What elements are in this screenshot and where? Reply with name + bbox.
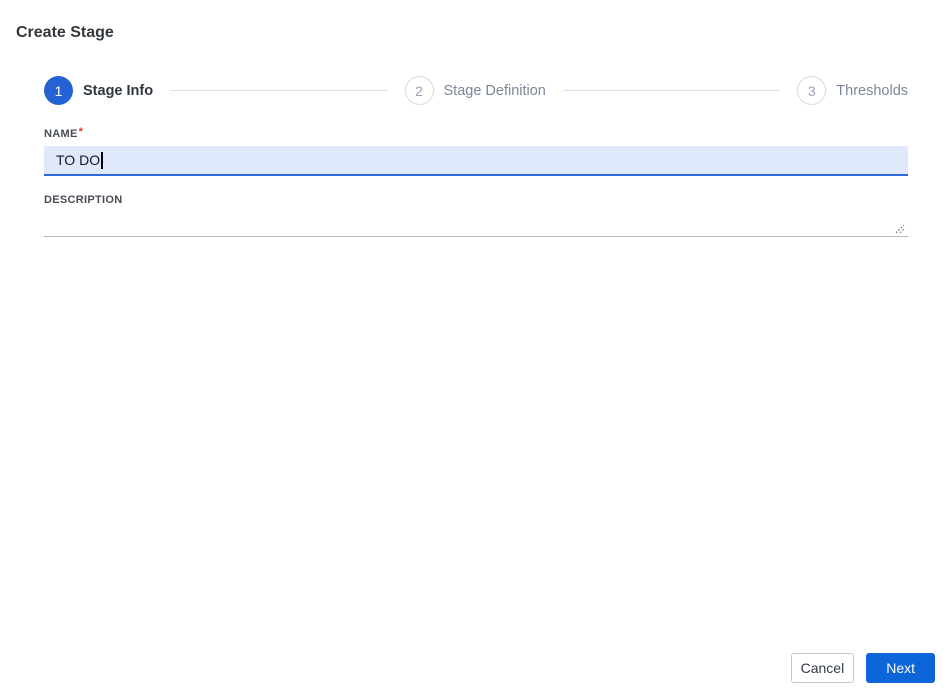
description-field-label: DESCRIPTION xyxy=(44,194,123,206)
cancel-button[interactable]: Cancel xyxy=(790,653,855,683)
wizard-stepper: 1 Stage Info 2 Stage Definition 3 Thresh… xyxy=(44,76,908,105)
description-textarea[interactable] xyxy=(44,206,908,237)
next-button[interactable]: Next xyxy=(866,653,935,683)
text-caret xyxy=(101,152,103,169)
name-label-text: NAME xyxy=(44,128,78,140)
required-asterisk: * xyxy=(78,126,84,138)
step-connector xyxy=(170,90,388,91)
step-stage-definition: 2 Stage Definition xyxy=(404,76,546,105)
step-3-label: Thresholds xyxy=(836,82,909,99)
page-title: Create Stage xyxy=(16,24,114,41)
step-connector xyxy=(562,90,781,91)
create-stage-dialog: Create Stage 1 Stage Info 2 Stage Defini… xyxy=(0,0,950,698)
step-2-label: Stage Definition xyxy=(443,82,546,99)
name-input[interactable] xyxy=(44,146,908,176)
footer-actions: Cancel Next xyxy=(790,653,935,683)
step-1-number-badge: 1 xyxy=(44,76,73,105)
step-stage-info: 1 Stage Info xyxy=(44,76,153,105)
step-1-label: Stage Info xyxy=(83,82,154,99)
textarea-resize-handle-icon[interactable] xyxy=(892,221,906,235)
step-2-number-badge: 2 xyxy=(404,76,434,105)
step-thresholds: 3 Thresholds xyxy=(797,76,908,105)
name-field-label: NAME* xyxy=(44,126,84,140)
step-3-number-badge: 3 xyxy=(797,76,827,105)
